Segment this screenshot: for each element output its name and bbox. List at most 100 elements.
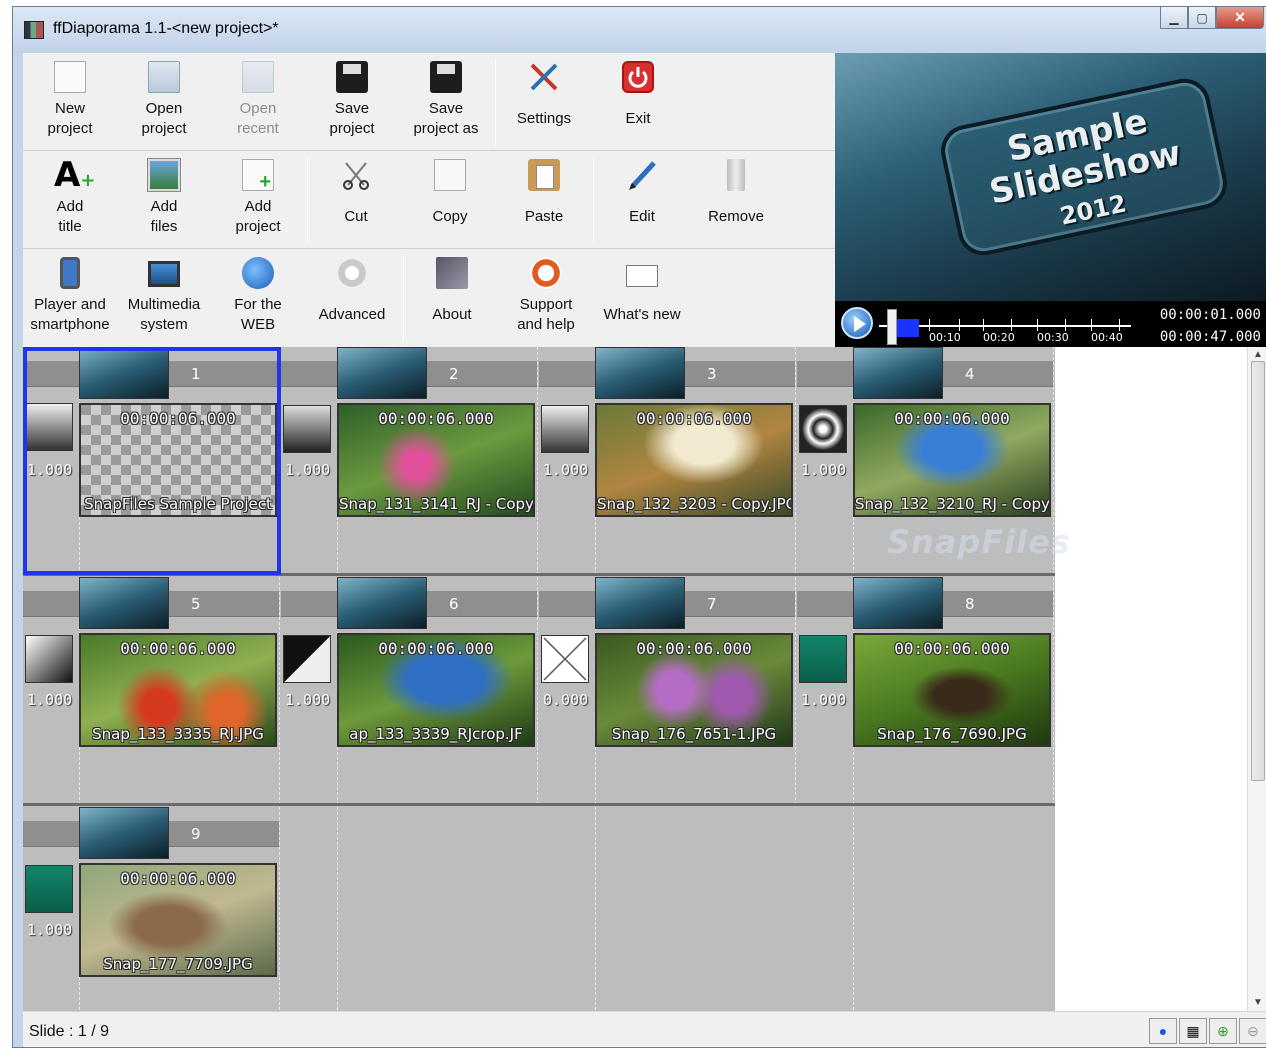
slide-filename: Snap_132_3210_RJ - Copy.JPG (855, 495, 1049, 513)
slide-filename: Snap_132_3203 - Copy.JPG (597, 495, 793, 513)
multimedia-system-button[interactable]: Multimedia system (117, 249, 211, 347)
slide-number: 9 (191, 825, 201, 843)
window-title: ffDiaporama 1.1-<new project>* (53, 20, 279, 37)
row-separator (23, 803, 1055, 806)
timeline-label: 00:10 (929, 331, 961, 344)
app-icon (24, 21, 44, 39)
slide-filename: Snap_131_3141_RJ - Copy.JPG (339, 495, 533, 513)
wipe-transition-icon[interactable] (541, 405, 589, 453)
add-files-icon (148, 159, 180, 191)
label: Cut (344, 208, 368, 225)
zoom-out-icon[interactable]: ⊖ (1239, 1018, 1266, 1044)
player-smartphone-button[interactable]: Player and smartphone (23, 249, 117, 347)
slide-duration: 00:00:06.000 (894, 409, 1010, 428)
timeline-tick (959, 319, 960, 331)
copy-button[interactable]: Copy (403, 151, 497, 249)
transition-duration: 0.000 (543, 691, 589, 709)
label: WEB (240, 316, 276, 333)
slide-number: 7 (707, 595, 717, 613)
exit-button[interactable]: Exit (591, 53, 685, 151)
advanced-button[interactable]: Advanced (305, 249, 399, 347)
paste-button[interactable]: Paste (497, 151, 591, 249)
timeline-handle[interactable] (887, 309, 897, 345)
watermark: SnapFiles (887, 523, 1071, 561)
save-project-as-button[interactable]: Save project as (399, 53, 493, 151)
open-recent-icon (242, 61, 274, 93)
title-bar[interactable]: ffDiaporama 1.1-<new project>* ▁ ▢ ✕ (13, 7, 1266, 53)
timeline-tick (983, 319, 984, 331)
timeline-selection (897, 319, 919, 337)
toolbar-row-file: New project Open project Open recent Save pr… (23, 53, 835, 151)
open-project-button[interactable]: Open project (117, 53, 211, 151)
label: Add (244, 198, 272, 215)
slide-transition-icon[interactable] (25, 865, 73, 913)
diagonal-transition-icon[interactable] (283, 635, 331, 683)
slide-grid[interactable]: SnapFiles 1 1.000 00:00:06.000 SnapFiles Sa… (23, 347, 1070, 1035)
slide-thumbnail[interactable]: 00:00:06.000 Snap_176_7690.JPG (853, 633, 1051, 747)
cut-button[interactable]: Cut (309, 151, 403, 249)
player-controls: 00:10 00:20 00:30 00:40 00:00:01.000 00:… (835, 301, 1266, 347)
app-window: ffDiaporama 1.1-<new project>* ▁ ▢ ✕ New… (12, 6, 1266, 1048)
toolbar-separator (307, 157, 308, 243)
spiral-transition-icon[interactable] (799, 405, 847, 453)
slide-thumbnail[interactable]: 00:00:06.000 ap_133_3339_RJcrop.JF (337, 633, 535, 747)
preview-timeline[interactable]: 00:10 00:20 00:30 00:40 (879, 309, 1131, 345)
background-thumbnail[interactable] (79, 577, 169, 629)
slide-thumbnail[interactable]: 00:00:06.000 Snap_177_7709.JPG (79, 863, 277, 977)
slide-thumbnail[interactable]: 00:00:06.000 Snap_132_3210_RJ - Copy.JPG (853, 403, 1051, 517)
label: Add (56, 198, 84, 215)
slide-duration: 00:00:06.000 (378, 409, 494, 428)
grid-view-icon[interactable]: ▦ (1179, 1018, 1207, 1044)
add-project-button[interactable]: + Add project (211, 151, 305, 249)
timeline-area: SnapFiles 1 1.000 00:00:06.000 SnapFiles Sa… (23, 347, 1266, 1035)
add-files-button[interactable]: Add files (117, 151, 211, 249)
close-button[interactable]: ✕ (1216, 7, 1264, 29)
timeline-tick (1011, 319, 1012, 331)
slide-transition-icon[interactable] (799, 635, 847, 683)
about-button[interactable]: About (405, 249, 499, 347)
toolbar-separator (495, 59, 496, 145)
scissors-icon (340, 159, 372, 191)
scroll-thumb[interactable] (1251, 361, 1265, 781)
diagonal-transition-icon[interactable] (25, 635, 73, 683)
new-project-icon (54, 61, 86, 93)
add-title-button[interactable]: A+ Add title (23, 151, 117, 249)
lifebuoy-icon (530, 257, 562, 289)
minimize-button[interactable]: ▁ (1160, 7, 1188, 29)
settings-button[interactable]: Settings (497, 53, 591, 151)
timeline-label: 00:30 (1037, 331, 1069, 344)
background-thumbnail[interactable] (853, 577, 943, 629)
vertical-scrollbar[interactable]: ▲ ▼ (1247, 347, 1266, 1011)
edit-button[interactable]: Edit (595, 151, 689, 249)
open-recent-button[interactable]: Open recent (211, 53, 305, 151)
play-button[interactable] (841, 307, 873, 339)
zoom-in-icon[interactable]: ⊕ (1209, 1018, 1237, 1044)
slide-thumbnail[interactable]: 00:00:06.000 Snap_133_3335_RJ.JPG (79, 633, 277, 747)
for-the-web-button[interactable]: For the WEB (211, 249, 305, 347)
background-thumbnail[interactable] (337, 577, 427, 629)
support-help-button[interactable]: Support and help (499, 249, 593, 347)
label: project (47, 120, 93, 137)
save-project-button[interactable]: Save project (305, 53, 399, 151)
slide-number: 3 (707, 365, 717, 383)
remove-button[interactable]: Remove (689, 151, 783, 249)
background-thumbnail[interactable] (337, 347, 427, 399)
slide-thumbnail[interactable]: 00:00:06.000 Snap_176_7651-1.JPG (595, 633, 793, 747)
background-thumbnail[interactable] (79, 807, 169, 859)
scroll-up-arrow[interactable]: ▲ (1252, 349, 1264, 361)
scroll-down-arrow[interactable]: ▼ (1252, 997, 1264, 1009)
maximize-button[interactable]: ▢ (1188, 7, 1216, 29)
label: Remove (708, 208, 764, 225)
background-thumbnail[interactable] (595, 577, 685, 629)
new-project-button[interactable]: New project (23, 53, 117, 151)
background-thumbnail[interactable] (595, 347, 685, 399)
wipe-transition-icon[interactable] (283, 405, 331, 453)
background-thumbnail[interactable] (853, 347, 943, 399)
no-transition-icon[interactable] (541, 635, 589, 683)
play-icon[interactable]: ● (1149, 1018, 1177, 1044)
whats-new-button[interactable]: What's new (595, 249, 689, 347)
save-icon (336, 61, 368, 93)
current-time: 00:00:01.000 (1159, 307, 1261, 323)
slide-thumbnail[interactable]: 00:00:06.000 Snap_132_3203 - Copy.JPG (595, 403, 793, 517)
slide-thumbnail[interactable]: 00:00:06.000 Snap_131_3141_RJ - Copy.JPG (337, 403, 535, 517)
